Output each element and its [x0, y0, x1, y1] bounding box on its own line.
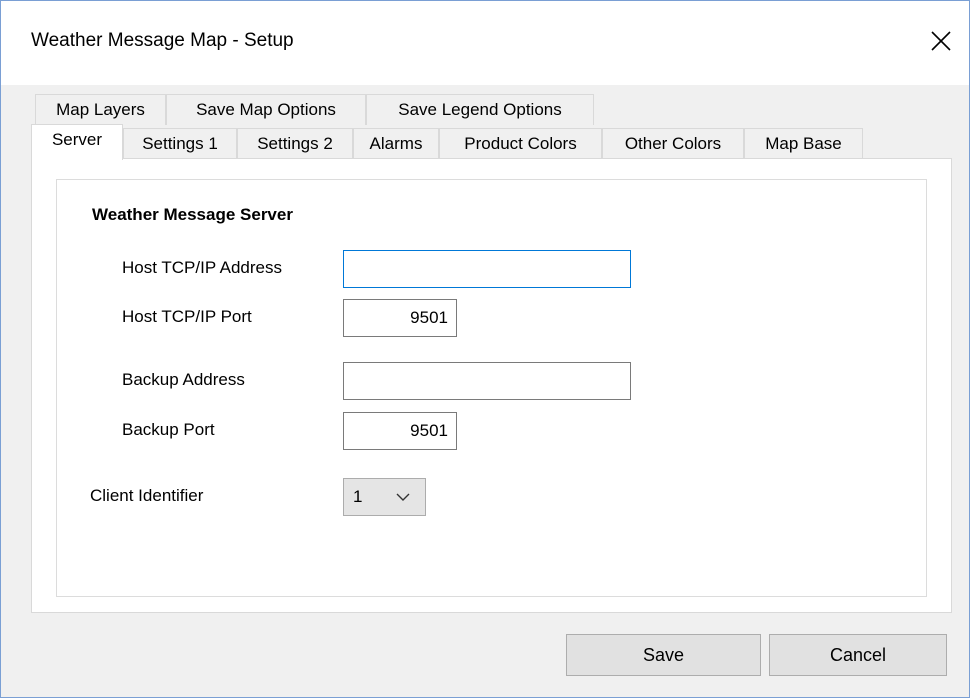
window-title: Weather Message Map - Setup: [31, 30, 294, 51]
backup-port-label: Backup Port: [122, 420, 215, 439]
tab-product-colors[interactable]: Product Colors: [439, 128, 602, 159]
close-icon: [931, 31, 951, 51]
tab-other-colors[interactable]: Other Colors: [602, 128, 744, 159]
tab-settings-1[interactable]: Settings 1: [123, 128, 237, 159]
close-button[interactable]: [927, 27, 955, 55]
tab-map-base[interactable]: Map Base: [744, 128, 863, 159]
backup-address-input[interactable]: [343, 362, 631, 400]
tab-settings-2[interactable]: Settings 2: [237, 128, 353, 159]
save-button[interactable]: Save: [566, 634, 761, 676]
group-title: Weather Message Server: [92, 205, 293, 224]
tab-alarms[interactable]: Alarms: [353, 128, 439, 159]
client-identifier-select[interactable]: 1: [343, 478, 426, 516]
backup-port-input[interactable]: [343, 412, 457, 450]
chevron-down-icon: [396, 493, 410, 501]
tab-save-map-options[interactable]: Save Map Options: [166, 94, 366, 125]
tab-server[interactable]: Server: [31, 124, 123, 160]
tab-map-layers[interactable]: Map Layers: [35, 94, 166, 125]
host-address-label: Host TCP/IP Address: [122, 258, 282, 277]
setup-dialog: Weather Message Map - Setup Map Layers S…: [0, 0, 970, 698]
backup-address-label: Backup Address: [122, 370, 245, 389]
title-bar: Weather Message Map - Setup: [1, 1, 969, 85]
host-port-label: Host TCP/IP Port: [122, 307, 252, 326]
client-identifier-label: Client Identifier: [90, 486, 204, 505]
server-group-box: Weather Message Server Host TCP/IP Addre…: [56, 179, 927, 597]
client-identifier-value: 1: [353, 487, 363, 506]
tab-save-legend-options[interactable]: Save Legend Options: [366, 94, 594, 125]
host-address-input[interactable]: [343, 250, 631, 288]
cancel-button[interactable]: Cancel: [769, 634, 947, 676]
server-tab-panel: Weather Message Server Host TCP/IP Addre…: [31, 158, 952, 613]
host-port-input[interactable]: [343, 299, 457, 337]
